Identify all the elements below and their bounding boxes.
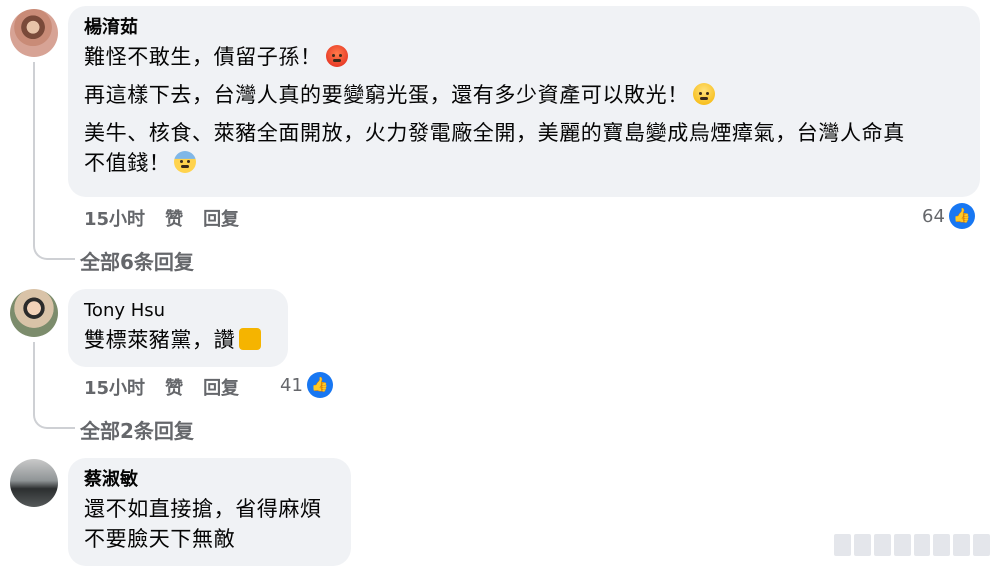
comment-timestamp[interactable]: 15小时 <box>84 205 145 231</box>
reply-button[interactable]: 回复 <box>203 374 239 400</box>
comment-bubble: 楊淯茹 難怪不敢生，債留子孫！ 再這樣下去，台灣人真的要變窮光蛋，還有多少資產可… <box>68 6 980 197</box>
crying-face-icon <box>692 83 715 105</box>
thumbs-up-icon: 👍 <box>306 372 333 398</box>
view-replies-link[interactable]: 全部2条回复 <box>80 415 194 444</box>
comment-author[interactable]: 蔡淑敏 <box>84 468 335 492</box>
comment-text: 雙標萊豬黨，讚 <box>84 325 272 355</box>
comment-bubble: 蔡淑敏 還不如直接搶，省得麻煩 不要臉天下無敵 <box>68 458 351 566</box>
comment-author[interactable]: 楊淯茹 <box>84 16 964 40</box>
avatar[interactable] <box>10 289 58 337</box>
thread-connector <box>33 342 75 429</box>
reply-button[interactable]: 回复 <box>203 205 239 231</box>
like-count: 41 <box>280 374 303 396</box>
comment-text: 再這樣下去，台灣人真的要變窮光蛋，還有多少資產可以敗光！ <box>84 80 964 110</box>
comment-actions: 15小时 赞 回复 <box>84 205 239 231</box>
comment-line: 不值錢！ <box>84 151 171 175</box>
comment-line: 雙標萊豬黨，讚 <box>84 328 236 352</box>
like-button[interactable]: 赞 <box>165 205 183 231</box>
like-button[interactable]: 赞 <box>165 374 183 400</box>
comment-text: 難怪不敢生，債留子孫！ <box>84 42 964 72</box>
thumbs-up-icon <box>239 328 262 350</box>
reaction-count[interactable]: 64 👍 <box>922 203 975 229</box>
comment-timestamp[interactable]: 15小时 <box>84 374 145 400</box>
thread-connector <box>33 62 75 260</box>
view-replies-link[interactable]: 全部6条回复 <box>80 246 194 275</box>
thumbs-up-icon: 👍 <box>948 203 975 229</box>
watermark <box>834 534 990 556</box>
comment-text: 不值錢！ <box>84 148 964 178</box>
anxious-face-icon <box>174 151 197 173</box>
avatar[interactable] <box>10 9 58 57</box>
reaction-count[interactable]: 41 👍 <box>280 372 333 398</box>
comment-line: 難怪不敢生，債留子孫！ <box>84 45 322 69</box>
comment-text: 還不如直接搶，省得麻煩 <box>84 497 322 521</box>
comment-actions: 15小时 赞 回复 <box>84 374 239 400</box>
avatar[interactable] <box>10 459 58 507</box>
comment-text: 美牛、核食、萊豬全面開放，火力發電廠全開，美麗的寶島變成烏煙瘴氣，台灣人命真 <box>84 121 905 145</box>
like-count: 64 <box>922 205 945 227</box>
angry-face-icon <box>325 45 348 67</box>
comment-text: 不要臉天下無敵 <box>84 527 236 551</box>
comment-author[interactable]: Tony Hsu <box>84 299 272 323</box>
comment-bubble: Tony Hsu 雙標萊豬黨，讚 <box>68 289 288 367</box>
comment-line: 再這樣下去，台灣人真的要變窮光蛋，還有多少資產可以敗光！ <box>84 83 689 107</box>
